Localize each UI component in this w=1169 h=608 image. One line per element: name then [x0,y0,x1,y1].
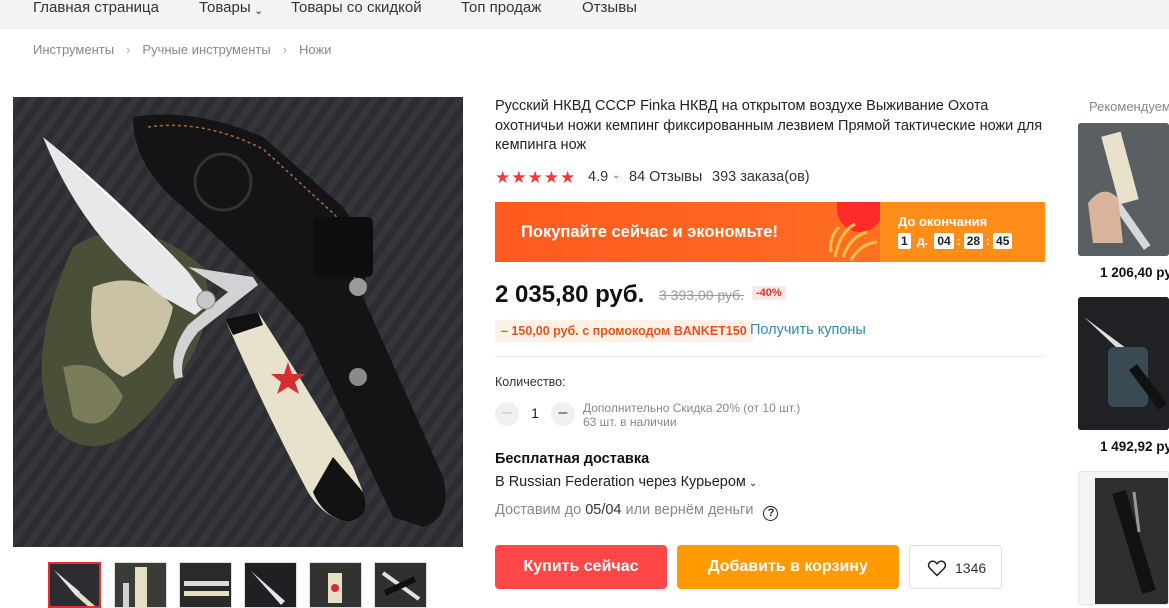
palm-leaf-icon [829,222,878,261]
wishlist-count: 1346 [955,560,987,576]
delivery-suffix: или вернём деньги [625,502,754,518]
timer-seconds: 45 [993,233,1013,249]
top-navigation: Главная страница Товары ⌄ Товары со скид… [0,0,1169,29]
breadcrumb-item-knives[interactable]: Ножи [299,42,331,57]
timer-days: 1 [898,233,911,249]
countdown-timer: До окончания 1 д. 04:28:45 [880,202,1045,262]
thumbnail-image [50,564,99,606]
timer-digits: 1 д. 04:28:45 [898,233,1013,250]
thumbnail-4[interactable] [244,562,297,608]
thumbnail-image [115,563,166,607]
thumbnail-image [180,563,231,607]
recommended-item-photo [1095,478,1168,604]
recommended-item-1-image[interactable] [1078,123,1169,256]
breadcrumb: Инструменты › Ручные инструменты › Ножи [33,42,331,57]
buy-now-button[interactable]: Купить сейчас [495,545,667,589]
thumbnail-image [375,563,426,607]
old-price: 3 393,00 руб. [659,287,745,303]
wishlist-button[interactable]: 1346 [909,545,1002,589]
breadcrumb-item-hand-tools[interactable]: Ручные инструменты [142,42,270,57]
quantity-increase-button[interactable]: – [551,402,575,426]
recommended-title: Рекомендуем [1089,99,1169,114]
recommended-item-3-image[interactable] [1078,471,1169,605]
timer-label: До окончания [898,214,988,229]
thumbnail-1[interactable] [48,562,101,608]
thumbnail-3[interactable] [179,562,232,608]
promo-text: Покупайте сейчас и экономьте! [521,223,778,241]
chevron-right-icon: › [126,42,131,57]
timer-days-unit: д. [917,234,928,248]
rating-value[interactable]: 4.9 [588,169,608,185]
help-icon[interactable]: ? [763,506,779,521]
thumbnail-6[interactable] [374,562,427,608]
nav-top-sales[interactable]: Топ продаж [461,0,541,16]
delivery-prefix: Доставим до [495,502,582,518]
delivery-date: 05/04 [585,502,622,518]
product-main-image[interactable] [13,97,463,547]
shipping-title: Бесплатная доставка [495,451,650,467]
recommended-item-photo [1078,297,1169,430]
reviews-count[interactable]: 84 Отзывы [629,169,702,185]
recommended-item-photo [1078,123,1169,256]
discount-badge: -40% [752,286,786,300]
timer-hours: 04 [934,233,954,249]
thumbnail-5[interactable] [309,562,362,608]
heart-icon [927,560,947,577]
chevron-right-icon: › [282,42,288,57]
recommended-item-2-price: 1 492,92 руб. [1100,439,1169,454]
timer-minutes: 28 [963,233,984,249]
knife-photo [13,97,463,547]
chevron-down-icon[interactable]: ⌄ [749,478,757,489]
chevron-down-icon[interactable]: ⌄ [612,170,620,181]
nav-home[interactable]: Главная страница [33,0,159,16]
promo-code-tag: – 150,00 руб. с промокодом BANKET150 [495,320,753,342]
product-title: Русский НКВД СССР Finka НКВД на открытом… [495,98,1043,153]
star-rating-icon: ★★★★★ [495,168,577,187]
add-to-cart-button[interactable]: Добавить в корзину [677,545,899,589]
current-price: 2 035,80 руб. [495,281,645,308]
nav-products[interactable]: Товары [199,0,251,16]
orders-count: 393 заказа(ов) [712,169,810,185]
recommended-item-1-price: 1 206,40 руб. [1100,265,1169,280]
breadcrumb-item-tools[interactable]: Инструменты [33,42,114,57]
thumbnail-image [245,563,296,607]
divider [495,356,1045,357]
promo-decoration [825,202,885,262]
nav-discounts[interactable]: Товары со скидкой [291,0,422,16]
shipping-route[interactable]: В Russian Federation через Курьером ⌄ [495,474,757,490]
quantity-value[interactable]: 1 [529,405,541,421]
chevron-down-icon[interactable]: ⌄ [254,4,263,17]
promo-banner: Покупайте сейчас и экономьте! До окончан… [495,202,1045,262]
recommended-item-2-image[interactable] [1078,297,1169,430]
quantity-decrease-button[interactable]: – [495,402,519,426]
bulk-discount-info: Дополнительно Скидка 20% (от 10 шт.) [583,401,801,415]
quantity-info: Дополнительно Скидка 20% (от 10 шт.) 63 … [583,401,800,429]
quantity-label: Количество: [495,375,566,389]
thumbnail-2[interactable] [114,562,167,608]
stock-info: 63 шт. в наличии [583,415,677,429]
nav-reviews[interactable]: Отзывы [582,0,637,16]
get-coupons-link[interactable]: Получить купоны [750,322,866,338]
delivery-estimate: Доставим до 05/04 или вернём деньги ? [495,502,779,521]
shipping-route-text[interactable]: В Russian Federation через Курьером [495,474,746,490]
thumbnail-image [310,563,361,607]
